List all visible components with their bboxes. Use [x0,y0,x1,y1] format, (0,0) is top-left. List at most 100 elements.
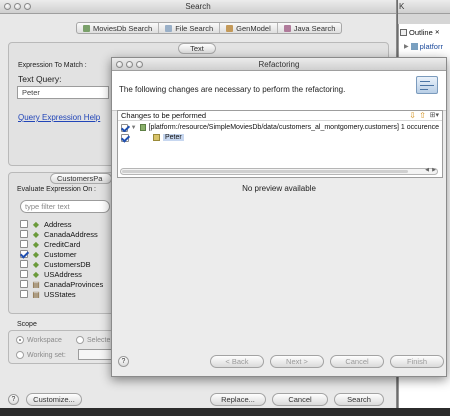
dialog-help-button[interactable]: ? [118,356,129,367]
tab-file-search[interactable]: File Search [159,23,221,33]
refactoring-message: The following changes are necessary to p… [119,85,346,94]
change-row-label: [platform:/resource/SimpleMoviesDb/data/… [148,124,440,131]
outline-tree-item[interactable]: ▶ platforr [404,42,443,51]
change-row[interactable]: ▼ [platform:/resource/SimpleMoviesDb/dat… [121,123,439,132]
tab-label: MoviesDb Search [93,23,153,33]
next-change-icon[interactable]: ⇩ [409,111,416,121]
back-button[interactable]: < Back [210,355,264,368]
list-item[interactable]: ◆ Customer [20,249,77,259]
dialog-cancel-button[interactable]: Cancel [330,355,384,368]
checkbox[interactable] [20,240,28,248]
genmodel-icon [226,24,234,32]
scroll-right-icon[interactable]: ▶ [432,167,436,173]
checkbox[interactable] [20,280,28,288]
tab-genmodel[interactable]: GenModel [220,23,278,33]
class-icon: ◆ [32,239,40,249]
list-item[interactable]: ▤ CanadaProvinces [20,279,103,289]
finish-button[interactable]: Finish [390,355,444,368]
scope-selected-option[interactable]: Selecte [76,336,110,344]
zoom-dialog-button[interactable] [136,61,143,68]
refactoring-wizard-icon [416,76,438,94]
list-item[interactable]: ◆ CustomersDB [20,259,91,269]
checkbox[interactable] [20,220,28,228]
desktop-bottom-edge [0,408,450,416]
radio-button-selected[interactable] [16,336,24,344]
tab-java-search[interactable]: Java Search [278,23,342,33]
list-item[interactable]: ◆ USAddress [20,269,82,279]
evaluate-on-label: Evaluate Expression On : [17,186,96,193]
class-icon: ◆ [32,229,40,239]
type-name: CustomersDB [44,259,91,269]
enum-icon: ▤ [32,289,40,299]
scope-label: Scope [17,321,37,328]
outline-title: Outline [409,28,433,37]
checkbox-checked[interactable] [121,133,129,142]
change-child-row[interactable]: Peter [121,133,184,142]
working-set-label: Working set: [27,351,66,359]
text-query-input[interactable]: Peter [17,86,109,99]
cancel-button[interactable]: Cancel [272,393,328,406]
scope-workspace-option[interactable]: Workspace [16,336,62,344]
search-button[interactable]: Search [334,393,384,406]
outline-icon [400,29,407,36]
filter-input[interactable]: type filter text [20,200,110,213]
working-set-input[interactable] [78,349,114,360]
scope-selected-label: Selecte [87,336,111,344]
tab-label: Java Search [293,23,336,33]
radio-button[interactable] [76,336,84,344]
checkbox-checked[interactable] [20,250,28,258]
moviesdb-icon [83,24,90,32]
zoom-window-button[interactable] [24,3,31,10]
scroll-left-icon[interactable]: ◀ [425,167,429,173]
query-expression-help-link[interactable]: Query Expression Help [18,113,100,122]
list-item[interactable]: ▤ USStates [20,289,76,299]
filter-menu-icon[interactable]: ⊞▾ [430,111,439,121]
checkbox[interactable] [20,230,28,238]
outline-tab[interactable]: Outline ✕ [400,28,440,37]
tab-label: File Search [175,23,214,33]
type-name: USStates [44,289,76,299]
expand-arrow-icon[interactable]: ▶ [404,43,409,50]
customize-button[interactable]: Customize... [26,393,82,406]
type-name: USAddress [44,269,82,279]
checkbox-checked[interactable] [121,123,128,132]
text-change-icon [153,134,160,141]
list-item[interactable]: ◆ CanadaAddress [20,229,98,239]
tab-label: GenModel [236,23,271,33]
horizontal-scrollbar[interactable]: ◀ ▶ [120,167,438,175]
edge-letter: K [399,2,405,11]
list-item[interactable]: ◆ Address [20,219,72,229]
expression-to-match-label: Expression To Match : [18,62,87,69]
checkbox[interactable] [20,270,28,278]
refactoring-title: Refactoring [258,60,300,69]
changes-tree: Changes to be performed ⇩ ⇧ ⊞▾ ▼ [platfo… [117,110,443,178]
scrollbar-thumb[interactable] [122,170,408,173]
close-window-button[interactable] [4,3,11,10]
tab-moviesdb-search[interactable]: MoviesDb Search [77,23,160,33]
list-item[interactable]: ◆ CreditCard [20,239,80,249]
close-dialog-button[interactable] [116,61,123,68]
refactoring-dialog: Refactoring The following changes are ne… [111,57,447,377]
text-query-label: Text Query: [18,74,62,84]
checkbox[interactable] [20,260,28,268]
checkbox[interactable] [20,290,28,298]
search-window-title: Search [185,2,211,11]
refactoring-header: The following changes are necessary to p… [112,71,446,111]
resource-icon [410,43,418,50]
help-button[interactable]: ? [8,394,19,405]
working-set-option[interactable]: Working set: [16,351,66,359]
minimize-window-button[interactable] [14,3,21,10]
minimize-dialog-button[interactable] [126,61,133,68]
search-tabs: MoviesDb Search File Search GenModel Jav… [76,22,343,34]
dialog-window-controls [116,61,143,68]
changes-label: Changes to be performed [121,111,207,120]
class-icon: ◆ [32,259,40,269]
close-icon[interactable]: ✕ [435,29,440,36]
previous-change-icon[interactable]: ⇧ [419,111,426,121]
radio-button[interactable] [16,351,24,359]
enum-icon: ▤ [32,279,40,289]
next-button[interactable]: Next > [270,355,324,368]
collapse-arrow-icon[interactable]: ▼ [131,125,137,131]
window-controls [4,3,31,10]
replace-button[interactable]: Replace... [210,393,266,406]
